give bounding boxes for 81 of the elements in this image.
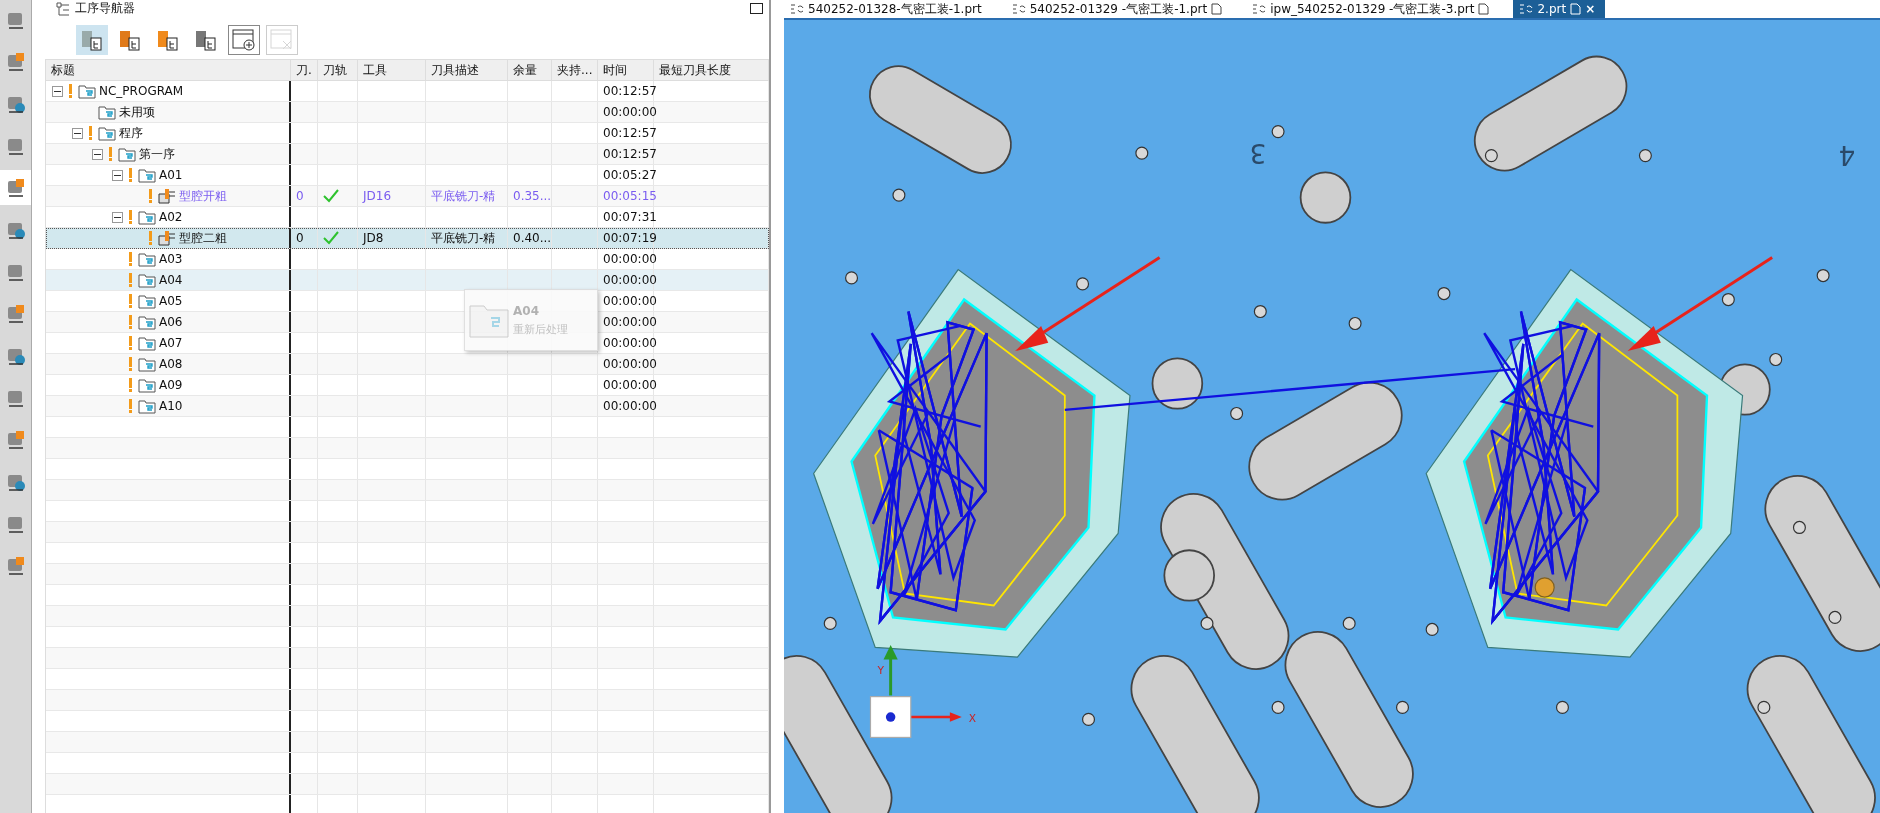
side-tool-button[interactable] (0, 170, 31, 205)
axis-label: Y (877, 663, 885, 677)
table-cell: 00:00:00 (603, 273, 657, 287)
tree-item[interactable]: A04 (159, 273, 183, 287)
table-cell: 00:00:00 (603, 399, 657, 413)
table-cell: 00:12:57 (603, 147, 657, 161)
table-cell: 00:00:00 (603, 105, 657, 119)
tool-icon (231, 27, 257, 53)
document-icon (1478, 3, 1490, 15)
part-number-label: 4 (1838, 139, 1856, 171)
column-header[interactable]: 工具 (358, 60, 426, 80)
tree-item[interactable]: A07 (159, 336, 183, 350)
column-header[interactable]: 夹持... (552, 60, 598, 80)
table-cell: 00:00:00 (603, 336, 657, 350)
tree-item[interactable]: A09 (159, 378, 183, 392)
table-cell: 0 (296, 189, 304, 203)
column-header[interactable]: 刀轨 (318, 60, 358, 80)
table-cell: 0 (296, 231, 304, 245)
sync-icon (1252, 3, 1267, 15)
tree-item[interactable]: A08 (159, 357, 183, 371)
panel-title: 工序导航器 (75, 0, 135, 17)
table-cell: 00:07:31 (603, 210, 657, 224)
tree-item[interactable]: A06 (159, 315, 183, 329)
column-header[interactable]: 标题 (46, 60, 291, 80)
close-button[interactable]: × (1585, 2, 1596, 16)
table-cell: 00:12:57 (603, 126, 657, 140)
file-tab[interactable]: ipw_540252-01329 -气密工装-3.prt (1246, 0, 1500, 18)
drag-preview-title: A04 (513, 303, 540, 318)
table-cell: 平底铣刀-精 (431, 187, 496, 205)
table-cell: 00:00:00 (603, 315, 657, 329)
collapse-icon[interactable] (112, 169, 123, 181)
folder-icon (138, 272, 156, 288)
axis-label: X (968, 711, 977, 725)
folder-icon (469, 302, 509, 338)
table-cell: 00:05:15 (603, 189, 657, 203)
sync-icon (790, 3, 804, 15)
toolbar-button[interactable] (228, 25, 260, 55)
tree-item[interactable]: A05 (159, 294, 183, 308)
tree-item[interactable]: 型腔二粗 (179, 229, 227, 247)
file-tab[interactable]: 540252-01329 -气密工装-1.prt (1005, 0, 1233, 18)
collapse-icon[interactable] (52, 85, 63, 97)
column-header[interactable]: 刀具描述 (426, 60, 508, 80)
table-cell: 00:00:00 (603, 294, 657, 308)
file-tab[interactable]: 2.prt × (1513, 0, 1606, 18)
tree-item[interactable]: 第一序 (139, 145, 175, 163)
tree-item[interactable]: A03 (159, 252, 183, 266)
table-cell: JD16 (363, 189, 392, 203)
column-header[interactable]: 时间 (598, 60, 654, 80)
tree-item[interactable]: 型腔开粗 (179, 187, 227, 205)
table-cell: 00:00:00 (603, 252, 657, 266)
navigator-icon (56, 1, 70, 16)
table-cell: 0.40... (513, 231, 552, 245)
tree-item[interactable]: A02 (159, 210, 183, 224)
file-tab[interactable]: 540252-01328-气密工装-1.prt (784, 0, 992, 18)
tree-item[interactable]: A01 (159, 168, 183, 182)
collapse-icon[interactable] (72, 127, 83, 139)
tree-item[interactable]: 未用项 (119, 103, 155, 121)
table-cell: 00:05:27 (603, 168, 657, 182)
tree-item[interactable]: 程序 (119, 124, 143, 142)
table-cell: 00:00:00 (603, 357, 657, 371)
part-number-label: 3 (1249, 137, 1267, 168)
collapse-icon[interactable] (112, 211, 123, 223)
document-icon (1211, 3, 1223, 15)
table-cell: 平底铣刀-精 (431, 229, 496, 247)
table-cell: 00:00:00 (603, 378, 657, 392)
column-header[interactable]: 最短刀具长度 (654, 60, 769, 80)
axis-triad-icon (869, 645, 962, 738)
tree-item[interactable]: A10 (159, 399, 183, 413)
table-cell: 00:07:19 (603, 231, 657, 245)
tree-item[interactable]: NC_PROGRAM (99, 84, 184, 98)
table-cell: 0.35... (513, 189, 552, 203)
collapse-icon[interactable] (92, 148, 103, 160)
document-icon (1570, 3, 1582, 15)
column-header[interactable]: 刀. (291, 60, 318, 80)
toolbar-button[interactable] (76, 25, 108, 55)
sync-icon (1519, 3, 1534, 15)
table-cell: 00:12:57 (603, 84, 657, 98)
table-cell: JD8 (363, 231, 384, 245)
column-header[interactable]: 余量 (508, 60, 552, 80)
maximize-icon[interactable] (750, 3, 763, 14)
sync-icon (1011, 3, 1026, 15)
